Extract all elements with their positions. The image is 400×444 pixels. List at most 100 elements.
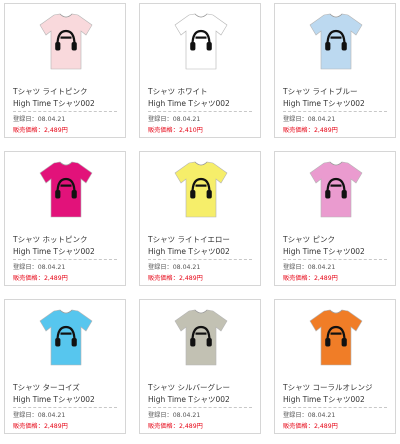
product-subtitle[interactable]: High Time Tシャツ002	[148, 246, 258, 258]
price-row: 販売価格：2,489円	[13, 125, 68, 136]
tshirt-image[interactable]	[306, 11, 366, 71]
product-card[interactable]: Tシャツ ピンク High Time Tシャツ002 登録日：08.04.21 …	[274, 151, 396, 286]
date-label: 登録日：	[148, 264, 173, 271]
product-card[interactable]: Tシャツ ライトブルー High Time Tシャツ002 登録日：08.04.…	[274, 3, 396, 138]
product-title[interactable]: Tシャツ シルバーグレー High Time Tシャツ002	[148, 382, 258, 406]
product-subtitle[interactable]: High Time Tシャツ002	[283, 98, 393, 110]
product-color-name[interactable]: Tシャツ ライトブルー	[283, 86, 393, 98]
tshirt-image[interactable]	[306, 307, 366, 367]
product-title[interactable]: Tシャツ ピンク High Time Tシャツ002	[283, 234, 393, 258]
product-subtitle[interactable]: High Time Tシャツ002	[13, 98, 123, 110]
tshirt-image[interactable]	[171, 307, 231, 367]
date-value: 08.04.21	[37, 116, 66, 123]
product-meta: 登録日：08.04.21 販売価格：2,489円	[13, 114, 68, 136]
card-divider	[148, 259, 252, 260]
date-label: 登録日：	[283, 116, 308, 123]
tshirt-image[interactable]	[171, 11, 231, 71]
card-divider	[148, 407, 252, 408]
price-label: 販売価格：	[283, 127, 314, 134]
price-value: 2,489円	[178, 423, 203, 430]
tshirt-image[interactable]	[171, 159, 231, 219]
product-title[interactable]: Tシャツ ライトピンク High Time Tシャツ002	[13, 86, 123, 110]
product-meta: 登録日：08.04.21 販売価格：2,489円	[283, 114, 338, 136]
card-divider	[13, 111, 117, 112]
card-divider	[148, 111, 252, 112]
price-label: 販売価格：	[13, 423, 44, 430]
price-row: 販売価格：2,489円	[148, 421, 203, 432]
product-title[interactable]: Tシャツ ライトイエロー High Time Tシャツ002	[148, 234, 258, 258]
tshirt-image[interactable]	[306, 159, 366, 219]
product-card[interactable]: Tシャツ ライトピンク High Time Tシャツ002 登録日：08.04.…	[4, 3, 126, 138]
price-value: 2,489円	[313, 127, 338, 134]
product-subtitle[interactable]: High Time Tシャツ002	[13, 246, 123, 258]
card-divider	[13, 407, 117, 408]
date-label: 登録日：	[13, 116, 38, 123]
product-card[interactable]: Tシャツ ホットピンク High Time Tシャツ002 登録日：08.04.…	[4, 151, 126, 286]
product-subtitle[interactable]: High Time Tシャツ002	[148, 394, 258, 406]
product-subtitle[interactable]: High Time Tシャツ002	[13, 394, 123, 406]
price-row: 販売価格：2,489円	[283, 421, 338, 432]
date-label: 登録日：	[13, 412, 38, 419]
product-title[interactable]: Tシャツ ホワイト High Time Tシャツ002	[148, 86, 258, 110]
price-row: 販売価格：2,489円	[13, 273, 68, 284]
product-subtitle[interactable]: High Time Tシャツ002	[148, 98, 258, 110]
tshirt-image[interactable]	[36, 159, 96, 219]
date-row: 登録日：08.04.21	[13, 262, 68, 273]
price-value: 2,489円	[313, 423, 338, 430]
price-row: 販売価格：2,489円	[13, 421, 68, 432]
product-subtitle[interactable]: High Time Tシャツ002	[283, 394, 393, 406]
product-color-name[interactable]: Tシャツ ライトイエロー	[148, 234, 258, 246]
date-value: 08.04.21	[172, 116, 201, 123]
price-label: 販売価格：	[148, 423, 179, 430]
product-color-name[interactable]: Tシャツ ホットピンク	[13, 234, 123, 246]
product-meta: 登録日：08.04.21 販売価格：2,489円	[13, 410, 68, 432]
product-color-name[interactable]: Tシャツ ホワイト	[148, 86, 258, 98]
date-row: 登録日：08.04.21	[13, 410, 68, 421]
product-card[interactable]: Tシャツ コーラルオレンジ High Time Tシャツ002 登録日：08.0…	[274, 299, 396, 434]
price-label: 販売価格：	[13, 127, 44, 134]
product-card[interactable]: Tシャツ ホワイト High Time Tシャツ002 登録日：08.04.21…	[139, 3, 261, 138]
product-color-name[interactable]: Tシャツ ピンク	[283, 234, 393, 246]
price-label: 販売価格：	[283, 423, 314, 430]
date-row: 登録日：08.04.21	[283, 410, 338, 421]
product-color-name[interactable]: Tシャツ ターコイズ	[13, 382, 123, 394]
date-value: 08.04.21	[172, 412, 201, 419]
date-label: 登録日：	[148, 412, 173, 419]
price-row: 販売価格：2,489円	[283, 273, 338, 284]
product-meta: 登録日：08.04.21 販売価格：2,489円	[148, 262, 203, 284]
product-meta: 登録日：08.04.21 販売価格：2,489円	[283, 262, 338, 284]
price-label: 販売価格：	[283, 275, 314, 282]
product-meta: 登録日：08.04.21 販売価格：2,489円	[283, 410, 338, 432]
price-value: 2,489円	[313, 275, 338, 282]
product-color-name[interactable]: Tシャツ シルバーグレー	[148, 382, 258, 394]
product-title[interactable]: Tシャツ ターコイズ High Time Tシャツ002	[13, 382, 123, 406]
price-label: 販売価格：	[13, 275, 44, 282]
product-subtitle[interactable]: High Time Tシャツ002	[283, 246, 393, 258]
price-row: 販売価格：2,489円	[283, 125, 338, 136]
card-divider	[283, 111, 387, 112]
product-color-name[interactable]: Tシャツ ライトピンク	[13, 86, 123, 98]
product-title[interactable]: Tシャツ ライトブルー High Time Tシャツ002	[283, 86, 393, 110]
date-value: 08.04.21	[37, 412, 66, 419]
product-card[interactable]: Tシャツ ライトイエロー High Time Tシャツ002 登録日：08.04…	[139, 151, 261, 286]
date-row: 登録日：08.04.21	[13, 114, 68, 125]
card-divider	[283, 259, 387, 260]
date-value: 08.04.21	[37, 264, 66, 271]
product-title[interactable]: Tシャツ コーラルオレンジ High Time Tシャツ002	[283, 382, 393, 406]
date-value: 08.04.21	[307, 264, 336, 271]
product-card[interactable]: Tシャツ ターコイズ High Time Tシャツ002 登録日：08.04.2…	[4, 299, 126, 434]
tshirt-image[interactable]	[36, 11, 96, 71]
product-title[interactable]: Tシャツ ホットピンク High Time Tシャツ002	[13, 234, 123, 258]
product-card[interactable]: Tシャツ シルバーグレー High Time Tシャツ002 登録日：08.04…	[139, 299, 261, 434]
date-value: 08.04.21	[307, 116, 336, 123]
price-value: 2,489円	[43, 423, 68, 430]
date-row: 登録日：08.04.21	[148, 262, 203, 273]
tshirt-image[interactable]	[36, 307, 96, 367]
date-label: 登録日：	[148, 116, 173, 123]
product-meta: 登録日：08.04.21 販売価格：2,489円	[13, 262, 68, 284]
price-label: 販売価格：	[148, 127, 179, 134]
price-row: 販売価格：2,489円	[148, 273, 203, 284]
product-color-name[interactable]: Tシャツ コーラルオレンジ	[283, 382, 393, 394]
date-row: 登録日：08.04.21	[283, 114, 338, 125]
date-row: 登録日：08.04.21	[148, 114, 203, 125]
